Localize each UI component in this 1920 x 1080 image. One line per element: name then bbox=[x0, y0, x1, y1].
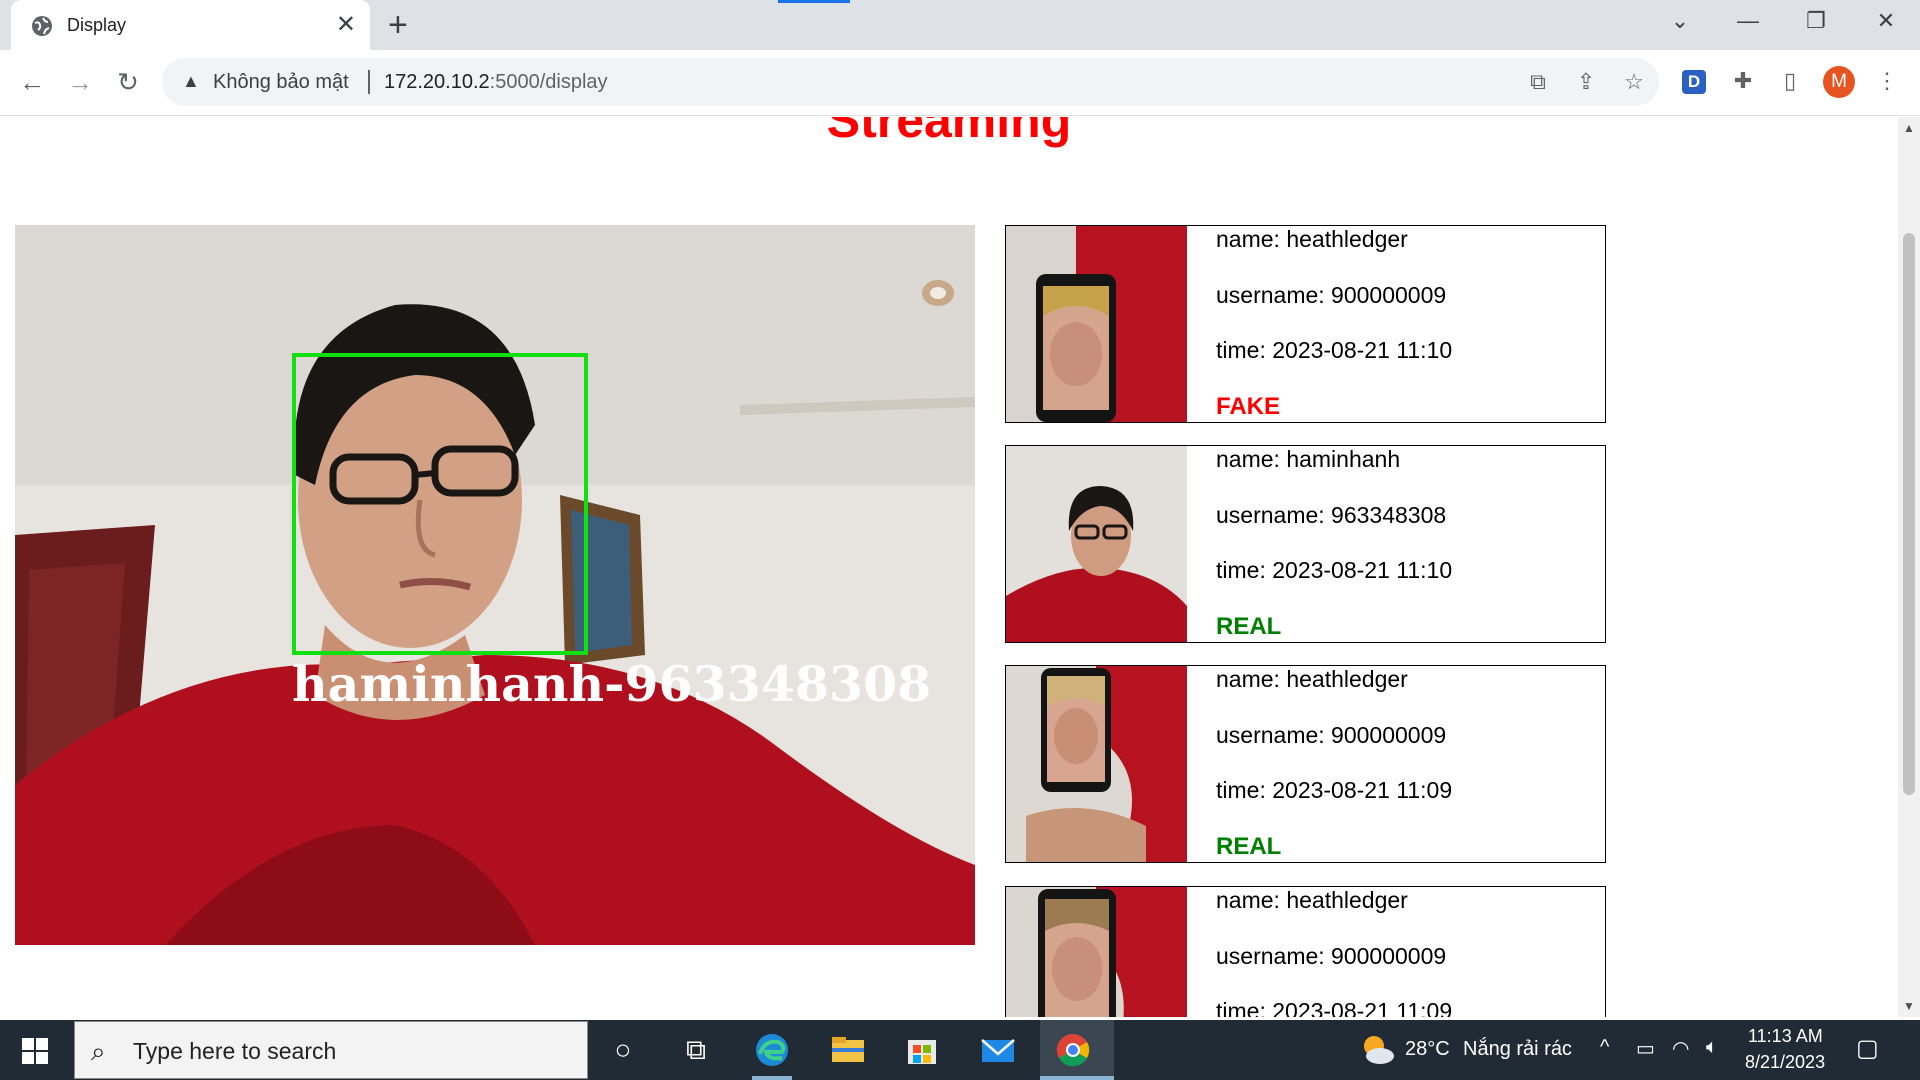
windows-start-icon[interactable] bbox=[22, 1038, 48, 1064]
detection-status: REAL bbox=[1216, 613, 1282, 640]
detection-status: REAL bbox=[1216, 833, 1282, 860]
detection-name: name: heathledger bbox=[1216, 226, 1408, 252]
detection-username: username: 963348308 bbox=[1216, 502, 1447, 528]
detection-card: name: haminhanh username: 963348308 time… bbox=[1005, 445, 1606, 643]
edge-icon[interactable] bbox=[752, 1032, 792, 1068]
tab-title: Display bbox=[67, 15, 127, 35]
edge-running-indicator bbox=[752, 1076, 792, 1080]
address-separator bbox=[368, 70, 370, 94]
microsoft-store-icon[interactable] bbox=[902, 1032, 942, 1068]
warning-triangle-icon[interactable]: ▲ bbox=[182, 71, 200, 92]
url-path: :5000/display bbox=[489, 71, 608, 93]
bookmark-star-icon[interactable]: ☆ bbox=[1620, 69, 1648, 95]
detection-name: name: heathledger bbox=[1216, 887, 1408, 913]
detection-time: time: 2023-08-21 11:09 bbox=[1216, 777, 1453, 803]
chrome-running-indicator bbox=[1040, 1076, 1114, 1080]
clock-time[interactable]: 11:13 AM bbox=[1748, 1026, 1823, 1047]
globe-icon bbox=[32, 16, 52, 36]
page-scrollbar[interactable]: ▲ ▼ bbox=[1898, 117, 1920, 1017]
browser-toolbar: ← → ↻ ▲ Không bảo mật 172.20.10.2:5000/d… bbox=[0, 50, 1920, 116]
detection-time: time: 2023-08-21 11:09 bbox=[1216, 998, 1453, 1017]
chrome-icon[interactable] bbox=[1053, 1032, 1093, 1068]
minimize-icon[interactable]: — bbox=[1728, 6, 1768, 36]
scrollbar-thumb[interactable] bbox=[1903, 233, 1915, 795]
page-title: Streaming bbox=[826, 117, 1072, 148]
windows-taskbar: ⌕ Type here to search ○ ⧉ 28°C Nắng rải bbox=[0, 1020, 1920, 1080]
detection-username: username: 900000009 bbox=[1216, 722, 1447, 748]
detection-thumbnail bbox=[1006, 666, 1187, 862]
search-icon: ⌕ bbox=[91, 1036, 106, 1066]
cortana-icon[interactable]: ○ bbox=[603, 1032, 643, 1068]
face-identity-label: haminhanh-963348308 bbox=[292, 655, 932, 713]
detection-time: time: 2023-08-21 11:10 bbox=[1216, 337, 1453, 363]
window-close-icon[interactable]: ✕ bbox=[1866, 6, 1906, 36]
detection-name: name: heathledger bbox=[1216, 666, 1408, 692]
tab-close-icon[interactable]: ✕ bbox=[336, 11, 356, 39]
side-panel-icon[interactable]: ▯ bbox=[1775, 68, 1805, 94]
profile-avatar[interactable]: M bbox=[1823, 66, 1855, 98]
extension-d-icon[interactable]: D bbox=[1682, 70, 1706, 94]
tab-loading-indicator bbox=[778, 0, 850, 3]
face-bounding-box bbox=[292, 353, 588, 655]
file-explorer-icon[interactable] bbox=[828, 1032, 868, 1068]
detection-time: time: 2023-08-21 11:10 bbox=[1216, 557, 1453, 583]
weather-temp[interactable]: 28°C bbox=[1405, 1038, 1450, 1061]
url-host: 172.20.10.2 bbox=[384, 71, 490, 93]
detection-thumbnail bbox=[1006, 887, 1187, 1017]
detection-card: name: heathledger username: 900000009 ti… bbox=[1005, 886, 1606, 1017]
detection-name: name: haminhanh bbox=[1216, 446, 1401, 472]
detection-username: username: 900000009 bbox=[1216, 943, 1447, 969]
forward-arrow-icon[interactable]: → bbox=[62, 64, 98, 100]
new-tab-button[interactable]: + bbox=[388, 6, 408, 44]
url-text[interactable]: 172.20.10.2:5000/display bbox=[384, 71, 608, 94]
back-arrow-icon[interactable]: ← bbox=[14, 64, 50, 100]
tab-display[interactable]: Display ✕ bbox=[11, 0, 370, 51]
scroll-down-arrow-icon[interactable]: ▼ bbox=[1898, 999, 1920, 1013]
page-content: Streaming haminhanh-963348308 name: heat… bbox=[0, 117, 1898, 1017]
scroll-up-arrow-icon[interactable]: ▲ bbox=[1898, 121, 1920, 135]
task-view-icon[interactable]: ⧉ bbox=[676, 1032, 716, 1068]
menu-kebab-icon[interactable]: ⋮ bbox=[1872, 68, 1902, 94]
video-stream: haminhanh-963348308 bbox=[15, 225, 975, 945]
tab-search-chevron-icon[interactable]: ⌄ bbox=[1660, 6, 1700, 36]
detection-thumbnail bbox=[1006, 226, 1187, 422]
restore-icon[interactable]: ❐ bbox=[1796, 6, 1836, 36]
security-label[interactable]: Không bảo mật bbox=[213, 71, 349, 94]
reload-icon[interactable]: ↻ bbox=[110, 64, 146, 100]
detection-thumbnail bbox=[1006, 446, 1187, 642]
weather-desc[interactable]: Nắng rải rác bbox=[1463, 1038, 1572, 1061]
detection-card: name: heathledger username: 900000009 ti… bbox=[1005, 225, 1606, 423]
clock-date[interactable]: 8/21/2023 bbox=[1745, 1052, 1825, 1073]
search-placeholder: Type here to search bbox=[133, 1038, 337, 1064]
battery-icon[interactable]: ▭ bbox=[1636, 1036, 1655, 1061]
share-icon[interactable]: ⇪ bbox=[1572, 69, 1600, 95]
extensions-puzzle-icon[interactable]: ✚ bbox=[1728, 68, 1758, 94]
wifi-icon[interactable]: ◠ bbox=[1672, 1036, 1689, 1061]
translate-icon[interactable]: ⧉ bbox=[1524, 69, 1552, 95]
notification-icon[interactable]: ▢ bbox=[1856, 1034, 1879, 1063]
address-bar[interactable]: ▲ Không bảo mật 172.20.10.2:5000/display… bbox=[162, 58, 1659, 106]
detection-card: name: heathledger username: 900000009 ti… bbox=[1005, 665, 1606, 863]
weather-sun-cloud-icon[interactable] bbox=[1356, 1032, 1396, 1068]
detection-status: FAKE bbox=[1216, 393, 1281, 420]
taskbar-search-box[interactable]: ⌕ Type here to search bbox=[74, 1021, 588, 1079]
mail-icon[interactable] bbox=[978, 1032, 1018, 1068]
detection-username: username: 900000009 bbox=[1216, 282, 1447, 308]
speaker-icon[interactable]: 🔈︎ bbox=[1706, 1036, 1718, 1059]
tab-strip: Display ✕ + ⌄ — ❐ ✕ bbox=[0, 0, 1920, 51]
tray-chevron-up-icon[interactable]: ^ bbox=[1600, 1036, 1609, 1059]
